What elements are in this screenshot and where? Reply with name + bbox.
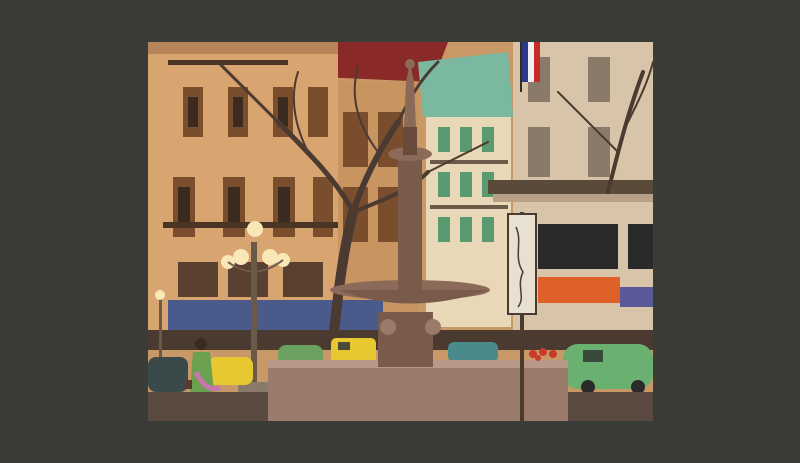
yellow-car [208,357,253,385]
blue-awning [168,300,383,330]
teal-car [448,342,498,362]
yellow-van [331,338,376,363]
city-square-illustration [148,42,653,421]
green-car-right [563,344,653,394]
orange-awning [538,277,620,303]
ground-right [568,392,653,421]
purple-awning [620,287,653,307]
ground-left [148,392,268,421]
dark-car-left [148,357,188,392]
artwork-frame [148,42,653,421]
